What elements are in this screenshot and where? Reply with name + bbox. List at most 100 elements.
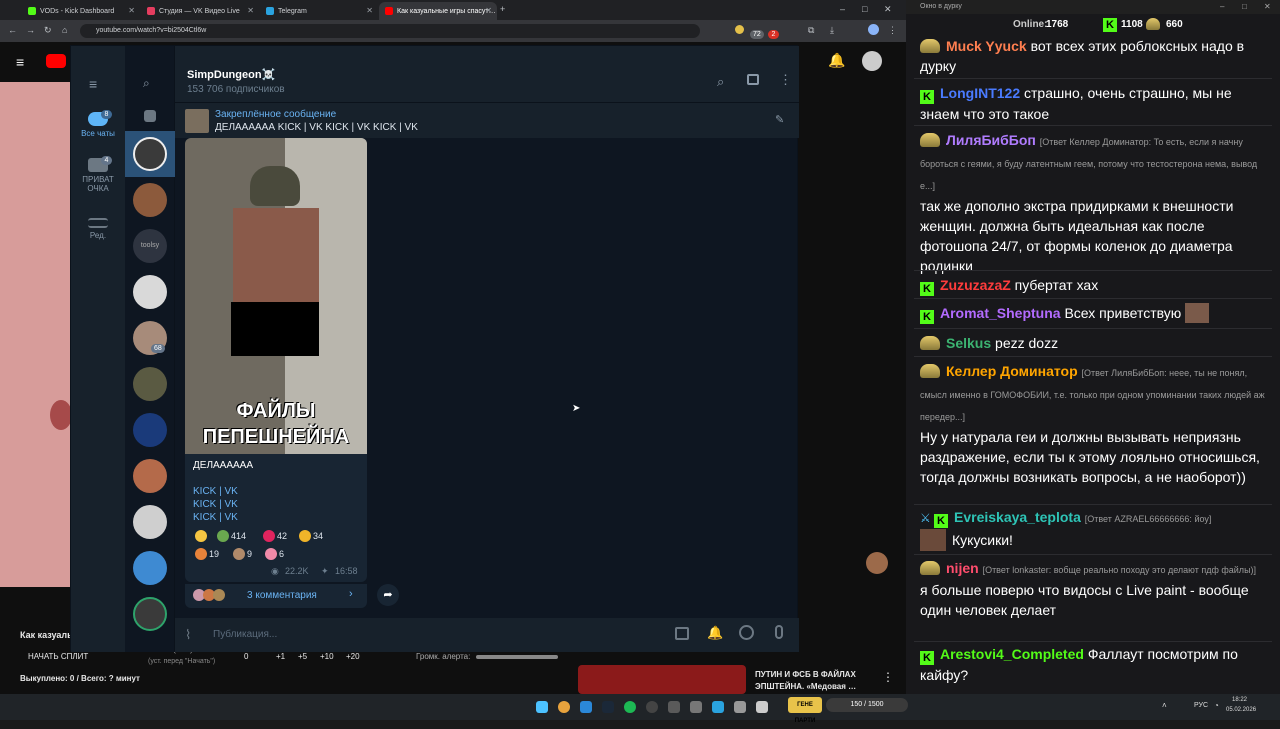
profile-avatar[interactable] <box>868 24 879 35</box>
recommended-thumbnail[interactable] <box>578 665 746 694</box>
more-icon[interactable]: ⋮ <box>882 670 894 684</box>
start-icon[interactable] <box>536 701 548 713</box>
spotify-icon[interactable] <box>624 701 636 713</box>
folder-private[interactable]: ПРИВАТ ОЧКА 4 <box>71 156 125 193</box>
clock-time[interactable]: 18:22 <box>1232 697 1247 703</box>
tab-telegram[interactable]: Telegram ✕ <box>260 2 378 20</box>
tray-chevron-icon[interactable]: ˄ <box>1162 701 1167 710</box>
hamburger-icon[interactable]: ≡ <box>16 54 24 70</box>
youtube-logo[interactable] <box>46 54 66 68</box>
close-icon[interactable]: ✕ <box>1264 2 1271 11</box>
schedule-icon[interactable] <box>675 627 689 640</box>
chat-avatar[interactable]: toolsy <box>133 229 167 263</box>
video-title[interactable]: Как казуаль <box>20 630 73 640</box>
network-icon[interactable]: ◔ <box>1214 701 1219 710</box>
more-icon[interactable]: ⋮ <box>779 72 792 88</box>
archive-icon[interactable] <box>144 110 156 122</box>
chrome-icon[interactable] <box>558 701 570 713</box>
search-icon[interactable]: ⌕ <box>143 76 150 91</box>
username[interactable]: Келлер Доминатор <box>946 363 1078 379</box>
widget-badge[interactable]: ГЕНЕ ПАРТИ <box>788 697 822 724</box>
attach-icon[interactable]: ⌇ <box>185 627 191 643</box>
tab-vk-studio[interactable]: Студия — VK Видео Live ✕ <box>141 2 259 20</box>
channel-name[interactable]: SimpDungeon☠️ <box>187 68 275 81</box>
username[interactable]: Aromat_Sheptuna <box>940 305 1061 321</box>
obs-icon[interactable] <box>646 701 658 713</box>
forward-icon[interactable]: → <box>26 25 35 35</box>
username[interactable]: ZuzuzazaZ <box>940 277 1011 293</box>
reaction[interactable]: 42 <box>263 530 287 542</box>
file-explorer-icon[interactable] <box>580 701 592 713</box>
split-value-button[interactable]: +5 <box>298 652 307 661</box>
chat-avatar[interactable] <box>133 459 167 493</box>
folder-edit[interactable]: Ред. <box>71 218 125 240</box>
split-value-button[interactable]: +20 <box>346 652 360 661</box>
split-value-button[interactable]: +10 <box>320 652 334 661</box>
app-icon[interactable] <box>756 701 768 713</box>
reaction[interactable]: 34 <box>299 530 323 542</box>
menu-dots-icon[interactable]: ⋮ <box>888 25 897 36</box>
chat-avatar[interactable] <box>133 551 167 585</box>
username[interactable]: Selkus <box>946 335 991 351</box>
avatar[interactable] <box>862 51 882 71</box>
post-link[interactable]: KICK | VK <box>193 486 238 497</box>
chat-avatar[interactable] <box>133 367 167 401</box>
clock-date[interactable]: 05.02.2026 <box>1226 707 1256 713</box>
minimize-icon[interactable]: – <box>1220 2 1224 11</box>
search-icon[interactable]: ⌕ <box>717 74 724 90</box>
home-icon[interactable]: ⌂ <box>62 25 67 35</box>
chat-avatar[interactable] <box>133 413 167 447</box>
sidebar-toggle-icon[interactable] <box>747 74 759 85</box>
chat-avatar[interactable] <box>133 597 167 631</box>
close-icon[interactable]: ✕ <box>128 6 135 15</box>
extensions-puzzle-icon[interactable]: ⧉ <box>808 25 814 36</box>
steam-icon[interactable] <box>602 701 614 713</box>
folder-all-chats[interactable]: Все чаты 8 <box>71 110 125 138</box>
app-icon[interactable] <box>734 701 746 713</box>
alert-volume-slider[interactable] <box>476 655 558 659</box>
post-input[interactable]: Публикация... <box>213 629 277 640</box>
telegram-icon[interactable] <box>712 701 724 713</box>
menu-icon[interactable]: ≡ <box>89 76 97 92</box>
minimize-icon[interactable]: – <box>840 4 845 14</box>
app-icon[interactable] <box>690 701 702 713</box>
recommended-title[interactable]: ПУТИН И ФСБ В ФАЙЛАХ <box>755 670 856 679</box>
reaction[interactable]: 19 <box>195 548 219 560</box>
pinned-message-bar[interactable]: Закреплённое сообщение ДЕЛАААААА KICK | … <box>175 102 799 138</box>
username[interactable]: nijen <box>946 560 979 576</box>
username[interactable]: LongINT122 <box>940 85 1020 101</box>
back-icon[interactable]: ← <box>8 25 17 35</box>
chat-avatar[interactable] <box>133 137 167 171</box>
url-input[interactable]: youtube.com/watch?v=bi2504Ctl6w <box>80 24 700 38</box>
bell-icon[interactable]: 🔔 <box>707 625 723 641</box>
extension-icon[interactable] <box>735 25 744 34</box>
language-indicator[interactable]: РУС <box>1194 702 1208 709</box>
reload-icon[interactable]: ↻ <box>44 25 52 36</box>
close-icon[interactable]: ✕ <box>485 6 492 15</box>
reaction[interactable]: 414 <box>217 530 246 542</box>
download-icon[interactable]: ⤓ <box>830 25 834 36</box>
recommended-title[interactable]: ЭПШТЕЙНА. «Медовая … <box>755 682 856 691</box>
close-window-icon[interactable]: ✕ <box>884 4 892 15</box>
emoji-icon[interactable] <box>739 625 754 640</box>
post-link[interactable]: KICK | VK <box>193 512 238 523</box>
username[interactable]: Evreiskaya_teplota <box>954 509 1081 525</box>
tab-kick-dashboard[interactable]: VODs - Kick Dashboard ✕ <box>22 2 140 20</box>
pin-list-icon[interactable]: ✎ <box>775 113 784 126</box>
post-image[interactable]: ФАЙЛЫ ПЕПЕШНЕЙНА <box>185 138 367 454</box>
chat-avatar[interactable] <box>133 275 167 309</box>
reaction[interactable]: 6 <box>265 548 284 560</box>
username[interactable]: Muck Yyuck <box>946 38 1027 54</box>
close-icon[interactable]: ✕ <box>247 6 254 15</box>
start-split-button[interactable]: НАЧАТЬ СПЛИТ <box>28 652 88 661</box>
split-value-button[interactable]: +1 <box>276 652 285 661</box>
notifications-bell-icon[interactable]: 🔔 <box>828 52 845 69</box>
share-icon[interactable]: ➦ <box>377 584 399 606</box>
post-link[interactable]: KICK | VK <box>193 499 238 510</box>
close-icon[interactable]: ✕ <box>366 6 373 15</box>
maximize-icon[interactable]: □ <box>862 4 867 14</box>
new-tab-button[interactable]: + <box>500 4 505 14</box>
progress-widget[interactable]: 150 / 1500 <box>826 698 908 712</box>
username[interactable]: ЛиляБибБоп <box>946 132 1036 148</box>
split-value-button[interactable]: 0 <box>244 652 248 661</box>
